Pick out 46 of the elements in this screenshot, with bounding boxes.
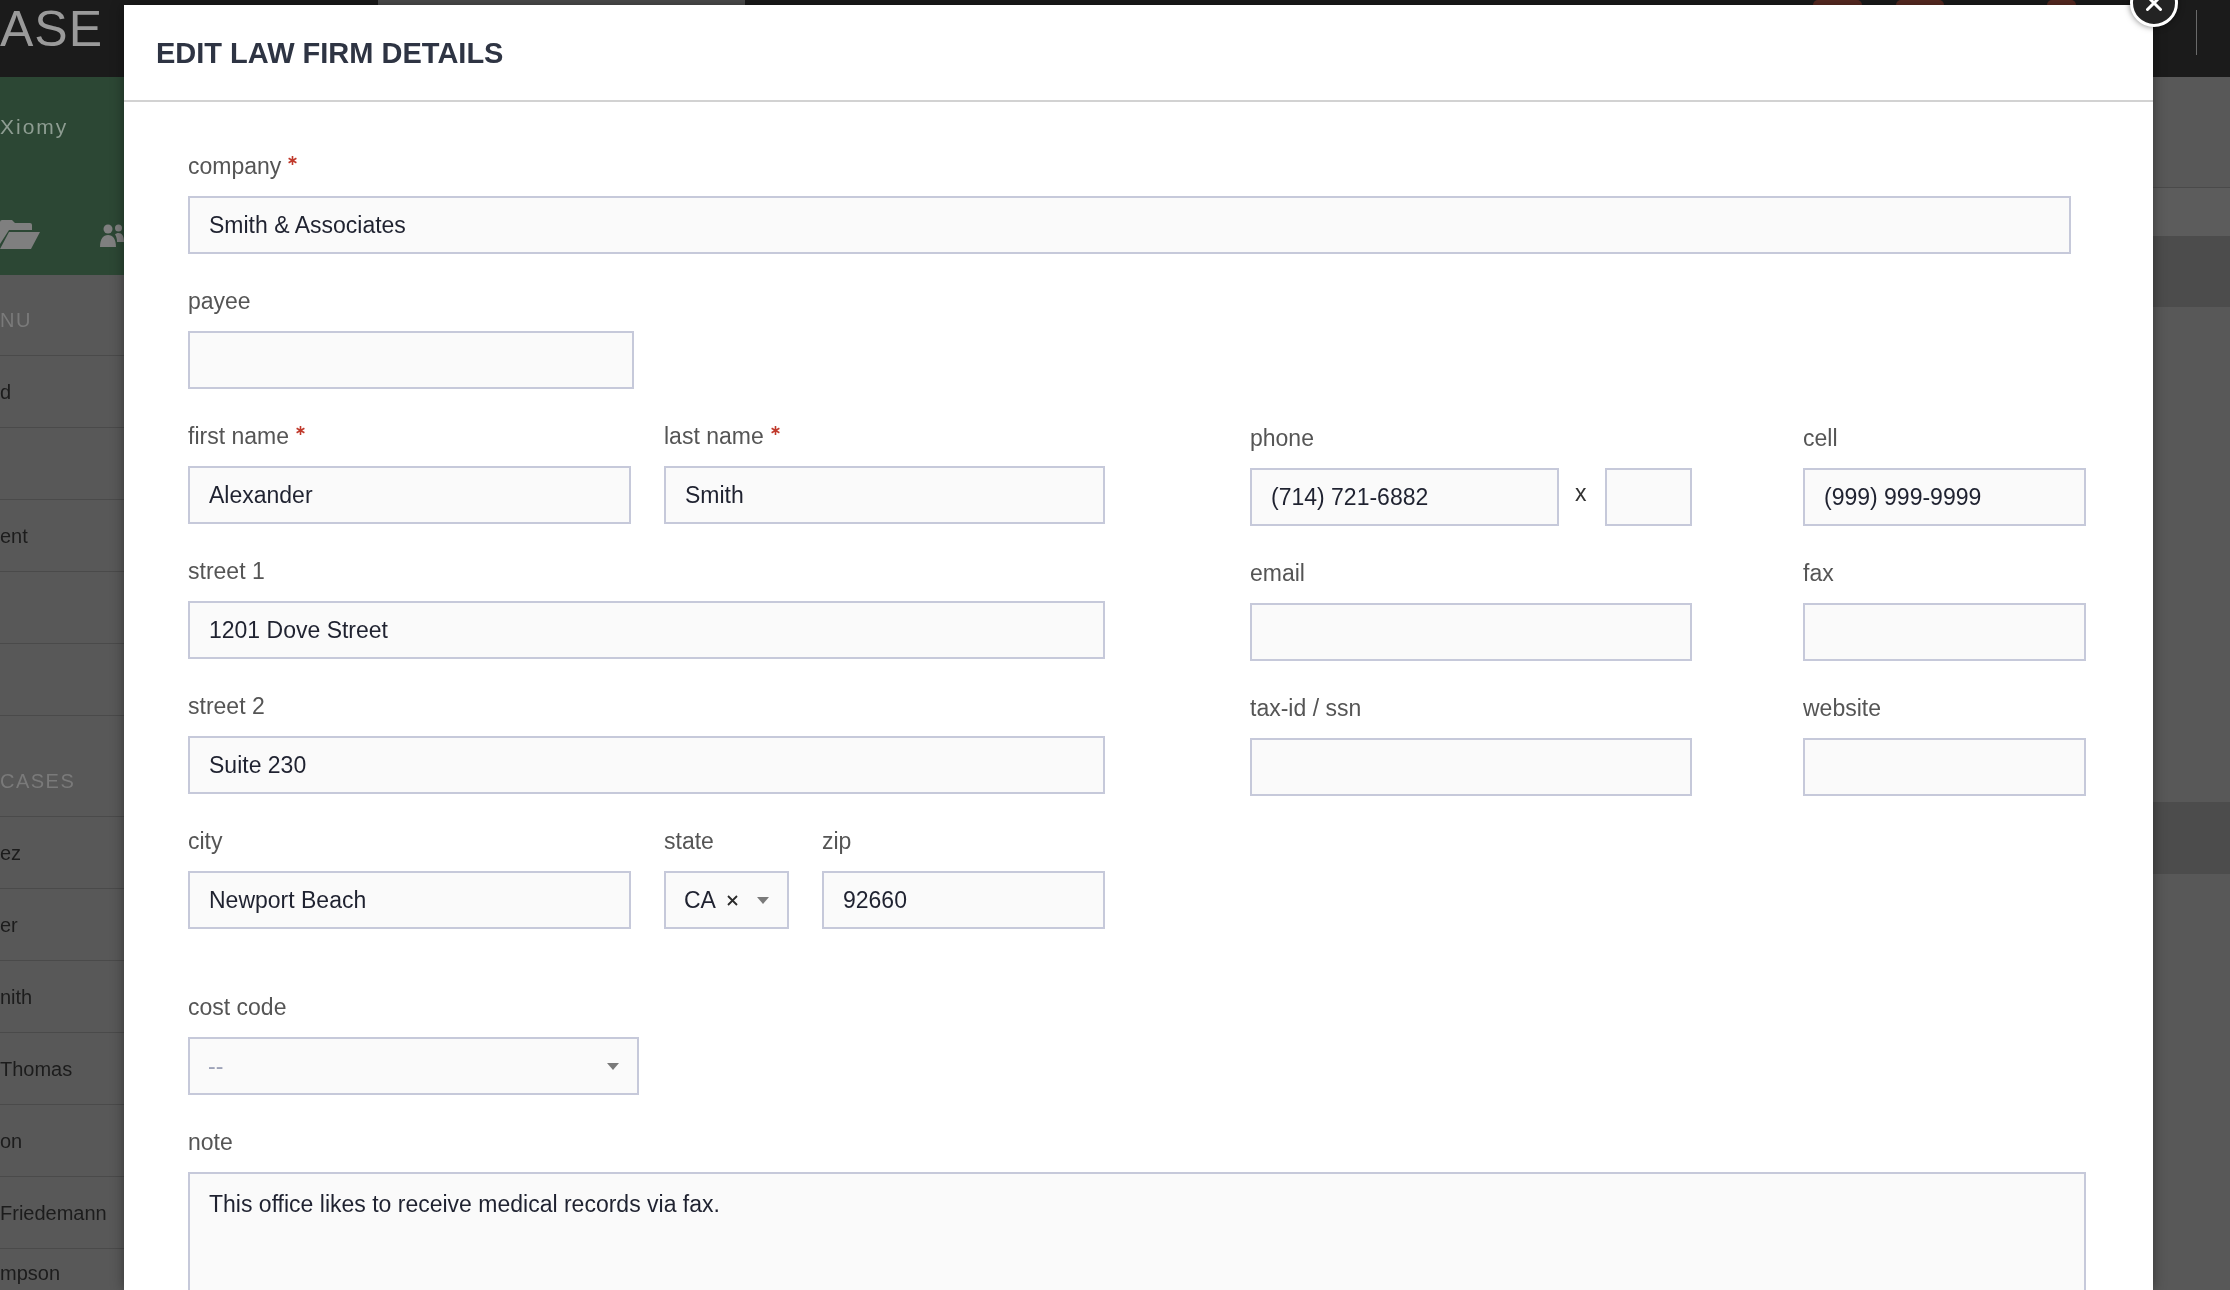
field-label: tax-id / ssn — [1250, 694, 1362, 722]
field-label: cost code — [188, 993, 287, 1021]
modal-title: EDIT LAW FIRM DETAILS — [156, 35, 504, 70]
caret-icon — [757, 896, 769, 904]
field-label: phone — [1250, 424, 1314, 452]
field-label: street 2 — [188, 692, 265, 720]
text-field[interactable]: 1201 Dove Street — [188, 601, 1105, 659]
field-label: state — [664, 827, 714, 855]
text-field[interactable] — [1250, 738, 1692, 796]
field-label: street 1 — [188, 557, 265, 585]
text-field[interactable] — [1250, 603, 1692, 661]
field-label: note — [188, 1128, 233, 1156]
notification-badge — [1896, 0, 1944, 5]
field-label: payee — [188, 287, 251, 315]
field-label: city — [188, 827, 223, 855]
note-field[interactable]: This office likes to receive medical records via fax. — [188, 1172, 2086, 1290]
text-field[interactable]: Suite 230 — [188, 736, 1105, 794]
select-field[interactable]: CA — [664, 871, 789, 929]
users-icon[interactable] — [100, 222, 124, 247]
text-field[interactable]: Smith — [664, 466, 1105, 524]
text-field[interactable]: Smith & Associates — [188, 196, 2071, 254]
folder-icon[interactable] — [0, 220, 40, 249]
extension-field[interactable] — [1604, 468, 1692, 526]
field-label: email — [1250, 559, 1305, 587]
notification-badge — [2047, 0, 2076, 5]
field-label: zip — [822, 827, 852, 855]
field-label: first name — [188, 422, 289, 450]
field-label: company — [188, 152, 282, 180]
caret-icon — [607, 1062, 619, 1070]
field-label: last name — [664, 422, 764, 450]
text-field[interactable] — [1803, 738, 2086, 796]
phone-field[interactable]: (714) 721-6882 — [1250, 468, 1559, 526]
notification-badge — [1813, 0, 1862, 5]
field-label: cell — [1803, 424, 1838, 452]
text-field[interactable]: Newport Beach — [188, 871, 631, 929]
extension-separator: x — [1575, 479, 1587, 507]
text-field[interactable]: (999) 999-9999 — [1803, 468, 2086, 526]
logo-text: ASE — [0, 4, 104, 54]
text-field[interactable]: 92660 — [822, 871, 1105, 929]
clear-icon[interactable] — [726, 894, 738, 906]
text-field[interactable] — [1803, 603, 2086, 661]
user-name: Xiomy — [0, 115, 70, 139]
text-field[interactable]: Alexander — [188, 466, 631, 524]
field-label: fax — [1803, 559, 1834, 587]
field-label: website — [1803, 694, 1881, 722]
text-field[interactable] — [188, 331, 634, 389]
